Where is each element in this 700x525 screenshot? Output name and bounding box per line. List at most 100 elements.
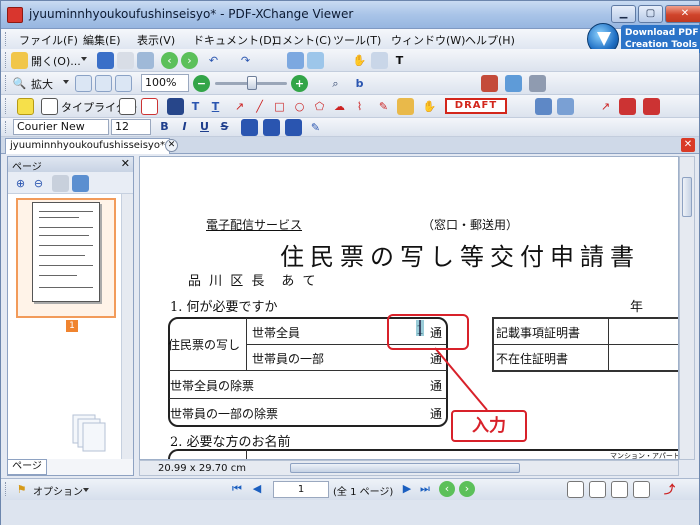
text-select-icon[interactable]: T <box>391 52 408 69</box>
sticky-note-icon[interactable] <box>17 98 34 115</box>
arrow-tool-icon[interactable]: ↗ <box>231 98 248 115</box>
document-view[interactable]: 電子配信サービス （窓口・郵送用） 住民票の写し等交付申請書 品 川 区 長 あ… <box>139 156 679 460</box>
nav-back-button[interactable]: ‹ <box>439 481 455 497</box>
first-page-button[interactable]: ⏮ <box>229 481 245 497</box>
textbox-icon[interactable] <box>119 98 136 115</box>
oval-tool-icon[interactable]: ○ <box>291 98 308 115</box>
zoom-plus-icon[interactable]: + <box>291 75 308 92</box>
nav-forward-button[interactable]: › <box>459 481 475 497</box>
options-label[interactable]: オプション <box>33 483 83 498</box>
print-icon[interactable] <box>117 52 134 69</box>
menu-file[interactable]: ファイル(F) <box>19 32 78 48</box>
prev-page-button[interactable]: ◀ <box>249 481 265 497</box>
open-dropdown-icon[interactable] <box>81 57 87 61</box>
binoculars-icon[interactable]: b <box>351 75 368 92</box>
align-center-icon[interactable] <box>263 119 280 136</box>
settings-icon[interactable] <box>529 75 546 92</box>
tab-close-icon[interactable]: ✕ <box>165 139 178 152</box>
zoom-slider-thumb[interactable] <box>247 76 257 90</box>
comments-list-icon[interactable] <box>535 98 552 115</box>
thumb-zoom-in-icon[interactable]: ⊕ <box>12 175 29 192</box>
close-document-button[interactable]: ✕ <box>681 138 695 152</box>
align-right-icon[interactable] <box>285 119 302 136</box>
horizontal-scroll-thumb[interactable] <box>290 463 520 473</box>
copy-icon[interactable] <box>307 52 324 69</box>
redo-icon[interactable]: ↷ <box>237 52 254 69</box>
strikeout-icon[interactable]: T <box>187 98 204 115</box>
tools-icon[interactable] <box>505 75 522 92</box>
undo-icon[interactable]: ↶ <box>205 52 222 69</box>
open-button-label[interactable]: 開く(O)... <box>31 53 81 69</box>
document-tab[interactable]: jyuuminnhyoukoufushisseisyo* <box>5 138 170 154</box>
area-icon[interactable] <box>619 98 636 115</box>
pages-panel-tab[interactable]: ページ <box>7 459 47 475</box>
panel-scrollbar[interactable] <box>121 194 133 459</box>
attachment-icon[interactable] <box>557 98 574 115</box>
polygon-tool-icon[interactable]: ⬠ <box>311 98 328 115</box>
minimize-button[interactable]: ▁ <box>611 5 636 23</box>
page-thumbnail[interactable] <box>16 198 116 318</box>
draft-stamp-button[interactable]: DRAFT <box>445 98 507 114</box>
cloud-tool-icon[interactable]: ☁ <box>331 98 348 115</box>
italic-button[interactable]: I <box>177 119 192 135</box>
underline-button[interactable]: U <box>197 119 212 135</box>
options-dropdown-icon[interactable] <box>83 488 89 492</box>
email-icon[interactable] <box>137 52 154 69</box>
save-icon[interactable] <box>97 52 114 69</box>
bold-button[interactable]: B <box>157 119 172 135</box>
menu-help[interactable]: ヘルプ(H) <box>465 32 515 48</box>
menu-view[interactable]: 表示(V) <box>137 32 175 48</box>
zoom-out-icon[interactable]: − <box>193 75 210 92</box>
menu-comment[interactable]: コメント(C) <box>271 32 331 48</box>
facing-icon[interactable] <box>611 481 628 498</box>
zoom-in-label[interactable]: 拡大 <box>31 76 53 92</box>
pdf-icon[interactable]: ⤴ <box>661 481 678 498</box>
fit-page-icon[interactable] <box>95 75 112 92</box>
perimeter-icon[interactable] <box>643 98 660 115</box>
close-window-button[interactable]: ✕ <box>665 5 700 23</box>
hand-tool-icon[interactable]: ✋ <box>351 52 368 69</box>
zoom-in-icon[interactable]: 🔍 <box>11 75 28 92</box>
single-page-icon[interactable] <box>567 481 584 498</box>
line-tool-icon[interactable]: ╱ <box>251 98 268 115</box>
last-page-button[interactable]: ⏭ <box>417 481 433 497</box>
polyline-tool-icon[interactable]: ⌇ <box>351 98 368 115</box>
callout-tool-icon[interactable] <box>141 98 158 115</box>
open-folder-icon[interactable] <box>11 52 28 69</box>
snapshot-icon[interactable] <box>371 52 388 69</box>
menu-document[interactable]: ドキュメント(D) <box>193 32 276 48</box>
zoom-level-select[interactable]: 100% <box>141 74 189 92</box>
next-page-button[interactable]: ▶ <box>399 481 415 497</box>
options-icon[interactable]: ⚑ <box>13 481 30 498</box>
maximize-button[interactable]: ▢ <box>638 5 663 23</box>
typewriter-icon[interactable] <box>41 98 58 115</box>
thumb-print-icon[interactable] <box>52 175 69 192</box>
vertical-scroll-thumb[interactable] <box>682 177 692 217</box>
measure-icon[interactable]: ↗ <box>597 98 614 115</box>
align-left-icon[interactable] <box>241 119 258 136</box>
page-number-input[interactable]: 1 <box>273 481 329 498</box>
back-icon[interactable]: ‹ <box>161 52 178 69</box>
eraser-icon[interactable] <box>397 98 414 115</box>
thumb-options-icon[interactable] <box>72 175 89 192</box>
thumb-zoom-out-icon[interactable]: ⊖ <box>30 175 47 192</box>
forward-icon[interactable]: › <box>181 52 198 69</box>
highlight-icon[interactable] <box>167 98 184 115</box>
rotate-icon[interactable] <box>287 52 304 69</box>
menu-edit[interactable]: 編集(E) <box>83 32 121 48</box>
fit-width-icon[interactable] <box>115 75 132 92</box>
document-vertical-scrollbar[interactable] <box>679 156 695 460</box>
actual-size-icon[interactable] <box>75 75 92 92</box>
pencil-tool-icon[interactable]: ✎ <box>375 98 392 115</box>
font-name-select[interactable]: Courier New <box>13 119 109 135</box>
menu-window[interactable]: ウィンドウ(W) <box>391 32 465 48</box>
panel-close-icon[interactable]: ✕ <box>121 157 130 170</box>
underline-tool-icon[interactable]: T <box>207 98 224 115</box>
strike-button[interactable]: S <box>217 119 232 135</box>
find-icon[interactable]: ⌕ <box>327 75 344 92</box>
text-color-icon[interactable]: ✎ <box>307 119 324 136</box>
continuous-icon[interactable] <box>589 481 606 498</box>
stamp-icon[interactable] <box>481 75 498 92</box>
continuous-facing-icon[interactable] <box>633 481 650 498</box>
rectangle-tool-icon[interactable]: □ <box>271 98 288 115</box>
